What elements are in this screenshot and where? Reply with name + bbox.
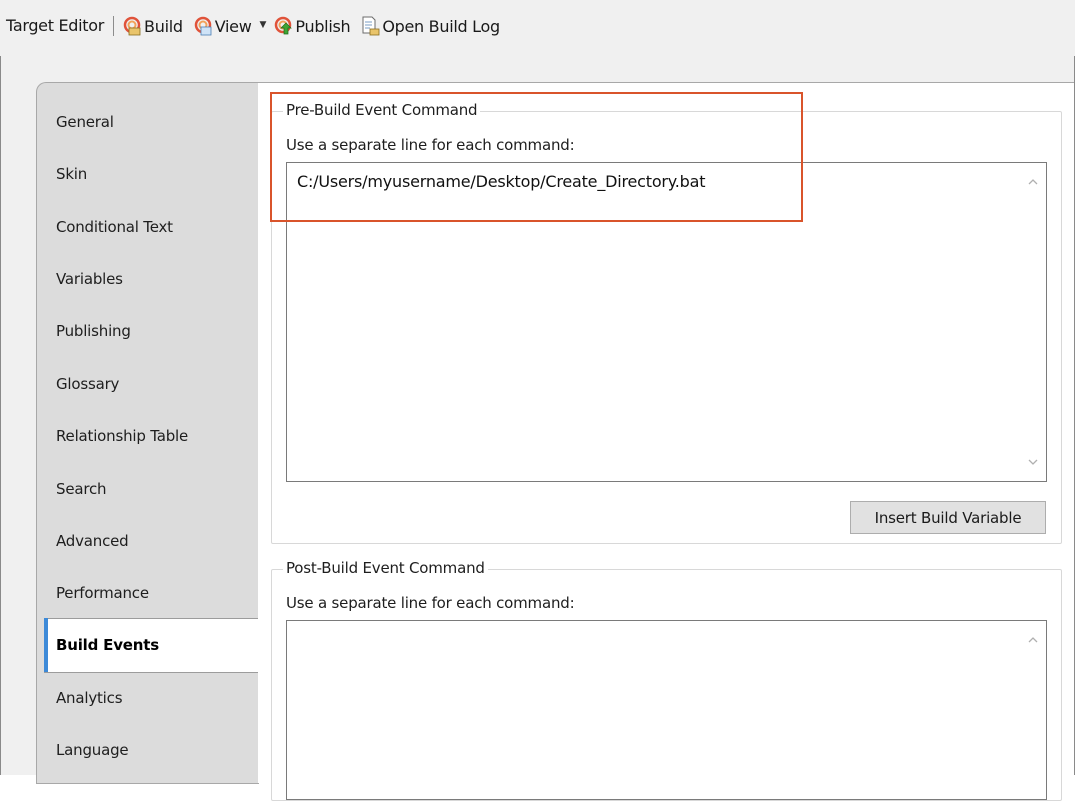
tab-analytics[interactable]: Analytics <box>56 689 123 707</box>
open-build-log-label: Open Build Log <box>382 16 500 36</box>
view-label: View <box>214 16 252 36</box>
publish-label: Publish <box>295 16 351 36</box>
tab-search[interactable]: Search <box>56 480 107 498</box>
toolbar-title: Target Editor <box>6 16 105 35</box>
publish-icon <box>275 16 293 35</box>
scroll-down-icon[interactable] <box>1026 455 1040 469</box>
build-icon <box>123 16 141 36</box>
scroll-up-icon[interactable] <box>1026 175 1040 189</box>
tab-performance[interactable]: Performance <box>56 584 149 602</box>
tab-general[interactable]: General <box>56 113 114 131</box>
toolbar-separator <box>113 16 115 36</box>
view-icon <box>194 16 212 36</box>
post-build-legend: Post-Build Event Command <box>283 559 488 577</box>
tab-advanced[interactable]: Advanced <box>56 532 129 550</box>
tab-build-events[interactable]: Build Events <box>56 636 159 654</box>
view-dropdown-arrow-icon[interactable]: ▼ <box>260 20 267 30</box>
open-build-log-button[interactable]: Open Build Log <box>360 16 500 36</box>
publish-button[interactable]: Publish <box>273 16 351 36</box>
toolbar: Target Editor Build View ▼ Publish Open … <box>0 0 1075 56</box>
tab-active-indicator <box>44 618 48 672</box>
post-build-command-textarea[interactable] <box>286 620 1047 800</box>
build-button[interactable]: Build <box>122 16 183 36</box>
highlight-box <box>270 92 803 222</box>
tab-variables[interactable]: Variables <box>56 270 123 288</box>
insert-build-variable-button[interactable]: Insert Build Variable <box>850 501 1046 534</box>
tab-skin[interactable]: Skin <box>56 165 87 183</box>
tab-conditional-text[interactable]: Conditional Text <box>56 218 173 236</box>
scroll-up-icon[interactable] <box>1026 633 1040 647</box>
tab-glossary[interactable]: Glossary <box>56 375 119 393</box>
build-label: Build <box>144 16 183 36</box>
tab-relationship-table[interactable]: Relationship Table <box>56 427 188 445</box>
post-build-hint: Use a separate line for each command: <box>286 594 575 612</box>
build-log-icon <box>362 16 380 36</box>
view-button[interactable]: View <box>193 16 252 36</box>
tab-publishing[interactable]: Publishing <box>56 322 131 340</box>
tab-language[interactable]: Language <box>56 741 129 759</box>
